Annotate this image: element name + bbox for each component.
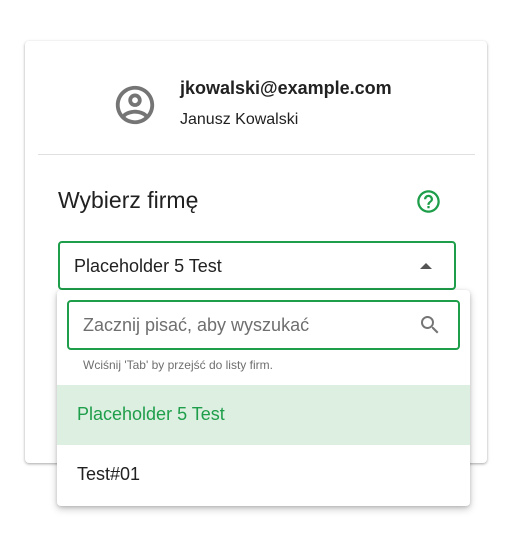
company-dropdown: Wciśnij 'Tab' by przejść do listy firm. …: [57, 290, 470, 506]
company-select-value: Placeholder 5 Test: [74, 256, 222, 276]
list-item[interactable]: Test#01: [57, 445, 470, 505]
search-hint: Wciśnij 'Tab' by przejść do listy firm.: [83, 358, 273, 372]
list-item-label: Test#01: [77, 464, 141, 484]
search-input[interactable]: [69, 302, 413, 348]
section-title: Wybierz firmę: [58, 187, 199, 213]
list-item[interactable]: Placeholder 5 Test: [57, 385, 470, 445]
user-name: Janusz Kowalski: [180, 111, 299, 128]
user-info: jkowalski@example.com Janusz Kowalski: [25, 41, 487, 154]
user-email: jkowalski@example.com: [180, 78, 392, 98]
search-icon: [418, 313, 442, 337]
account-circle-icon: [112, 82, 158, 128]
help-circle-icon[interactable]: [415, 188, 442, 215]
list-item-label: Placeholder 5 Test: [77, 404, 225, 424]
search-field: [67, 300, 460, 350]
divider: [38, 154, 475, 155]
arrow-up-icon: [420, 263, 432, 269]
company-select[interactable]: Placeholder 5 Test: [58, 241, 456, 290]
